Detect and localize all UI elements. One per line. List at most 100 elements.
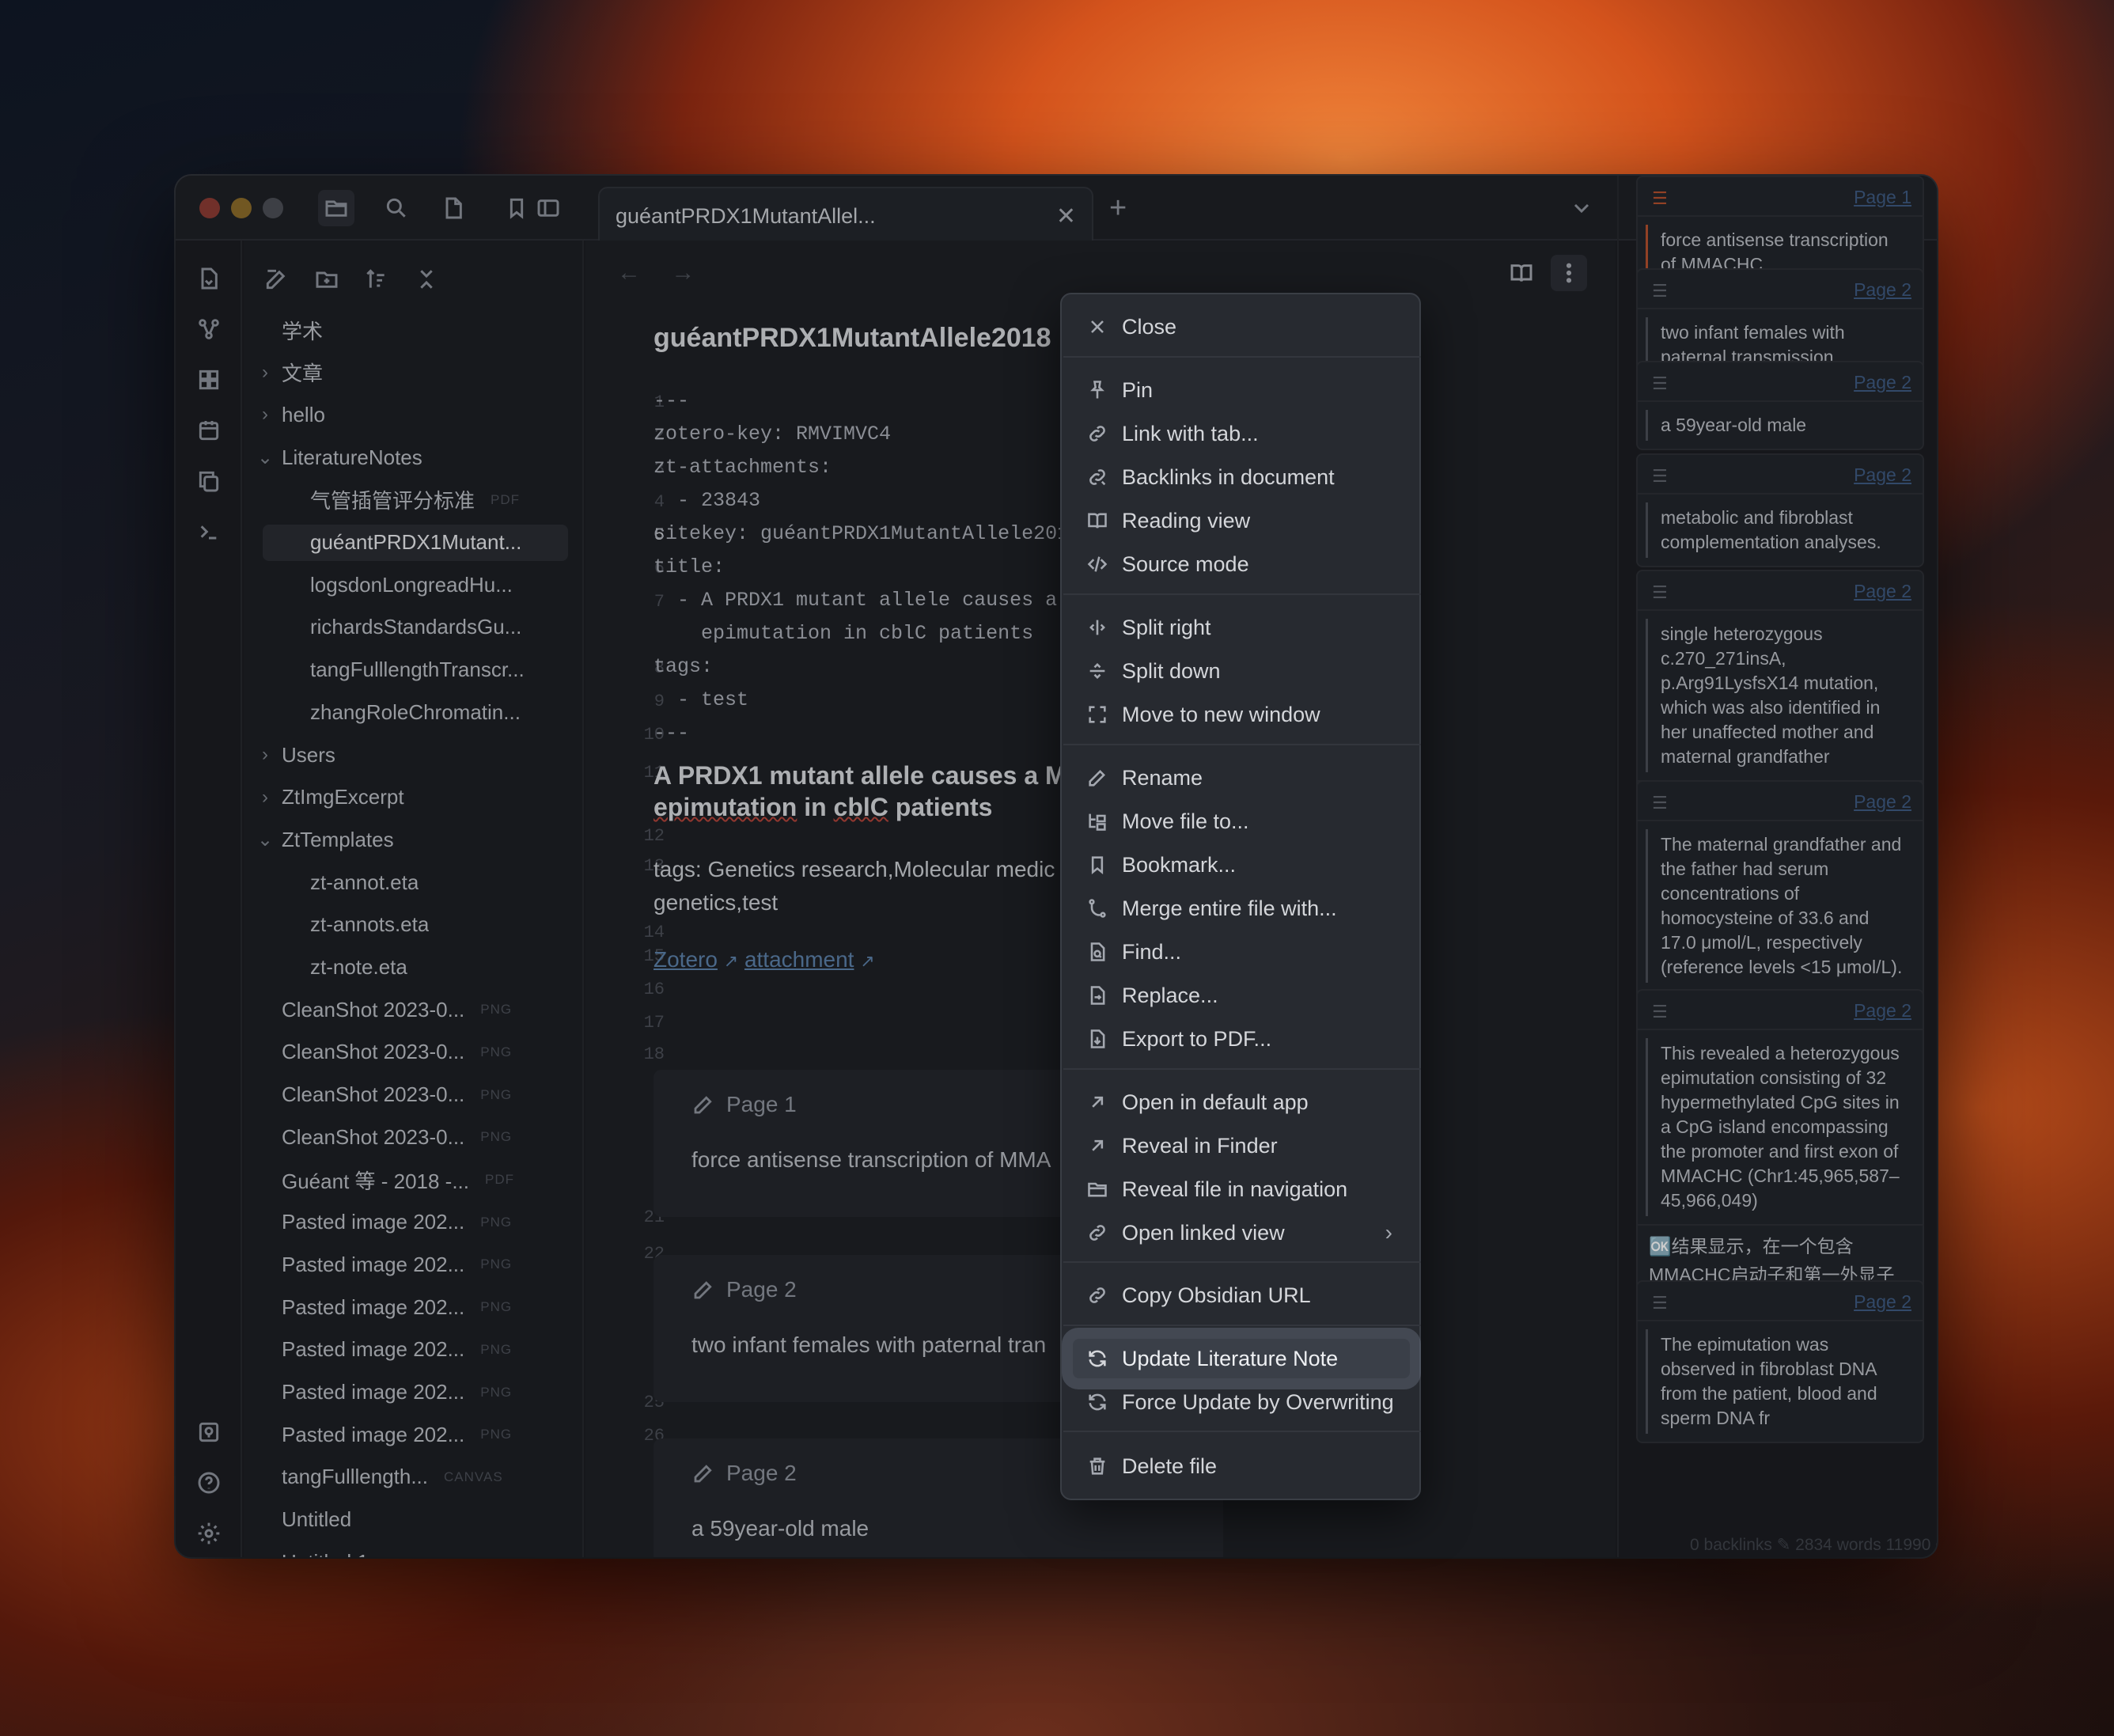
menu-item-open-default-app[interactable]: Open in default app <box>1073 1082 1410 1122</box>
menu-item-open-linked-view[interactable]: Open linked view › <box>1073 1213 1410 1253</box>
annotation-page-link[interactable]: Page 2 <box>1854 791 1911 813</box>
note-title[interactable]: guéantPRDX1MutantAllele2018 <box>654 323 1051 354</box>
frontmatter-line[interactable]: tags: <box>654 655 713 678</box>
tree-file[interactable]: Pasted image 202... PNG <box>255 1374 571 1411</box>
annotation-card[interactable]: ☰ Page 2 metabolic and fibroblast compleme… <box>1636 453 1924 567</box>
tree-file[interactable]: 气管插管评分标准 PDF <box>263 482 568 518</box>
nav-back-button[interactable]: ← <box>617 260 641 286</box>
menu-item-copy-url[interactable]: Copy Obsidian URL <box>1073 1275 1410 1315</box>
menu-item-new-window[interactable]: Move to new window <box>1073 695 1410 734</box>
menu-item-reveal-nav[interactable]: Reveal file in navigation <box>1073 1169 1410 1209</box>
annotation-page-link[interactable]: Page 2 <box>1854 1000 1911 1022</box>
tree-file[interactable]: CleanShot 2023-0... PNG <box>255 1077 571 1113</box>
menu-item-bookmark[interactable]: Bookmark... <box>1073 845 1410 885</box>
frontmatter-line[interactable]: zotero-key: RMVIMVC4 <box>654 423 891 445</box>
tree-folder[interactable]: › Users <box>255 737 571 773</box>
annotation-page-link[interactable]: Page 1 <box>1854 187 1911 208</box>
menu-item-rename[interactable]: Rename <box>1073 758 1410 798</box>
new-folder-icon[interactable] <box>309 261 345 298</box>
menu-item-export-pdf[interactable]: Export to PDF... <box>1073 1019 1410 1059</box>
tab-active-note[interactable]: guéantPRDX1MutantAllel... ✕ <box>598 187 1093 241</box>
menu-item-move-file[interactable]: Move file to... <box>1073 802 1410 841</box>
tree-file[interactable]: zt-annots.eta <box>263 907 568 943</box>
tree-file[interactable]: zt-annot.eta <box>263 864 568 900</box>
open-quick-switcher-icon[interactable] <box>191 261 226 296</box>
tree-file[interactable]: richardsStandardsGu... <box>263 609 568 646</box>
tree-file[interactable]: Guéant 等 - 2018 -... PDF <box>255 1162 571 1198</box>
help-icon[interactable] <box>191 1465 226 1500</box>
frontmatter-line[interactable]: - A PRDX1 mutant allele causes a <box>654 589 1057 612</box>
tree-file[interactable]: Pasted image 202... PNG <box>255 1204 571 1241</box>
tags-line-cont[interactable]: genetics,test <box>654 886 1081 919</box>
tree-file[interactable]: CleanShot 2023-0... PNG <box>255 1034 571 1071</box>
settings-gear-icon[interactable] <box>191 1516 226 1551</box>
layout-grid-icon[interactable] <box>1935 190 1937 226</box>
sidebar-toggle-left-icon[interactable] <box>530 190 566 226</box>
tree-file[interactable]: tangFulllengthTranscr... <box>263 652 568 688</box>
frontmatter-line[interactable]: - test <box>654 688 748 711</box>
tree-file[interactable]: 学术 <box>255 312 571 348</box>
calendar-icon[interactable] <box>191 413 226 448</box>
annotation-page-link[interactable]: Page 2 <box>1854 279 1911 301</box>
menu-item-force-update[interactable]: Force Update by Overwriting <box>1073 1382 1410 1422</box>
tree-file[interactable]: guéantPRDX1Mutant... <box>263 524 568 561</box>
folder-icon[interactable] <box>318 190 354 226</box>
menu-item-split-down[interactable]: Split down <box>1073 651 1410 691</box>
tree-file[interactable]: Untitled 1 <box>255 1544 571 1557</box>
tree-folder[interactable]: ⌄ LiteratureNotes <box>255 439 571 476</box>
terminal-icon[interactable] <box>191 514 226 549</box>
vault-icon[interactable] <box>191 1415 226 1450</box>
tree-file[interactable]: CleanShot 2023-0... PNG <box>255 1119 571 1155</box>
tab-close-icon[interactable]: ✕ <box>1056 203 1076 230</box>
frontmatter-line[interactable]: citekey: guéantPRDX1MutantAllele201 <box>654 522 1069 545</box>
tree-file[interactable]: zt-note.eta <box>263 949 568 986</box>
nav-forward-button[interactable]: → <box>671 260 695 286</box>
menu-item-split-right[interactable]: Split right <box>1073 608 1410 647</box>
tree-file[interactable]: logsdonLongreadHu... <box>263 567 568 603</box>
tree-file[interactable]: Pasted image 202... PNG <box>255 1246 571 1283</box>
zotero-link[interactable]: Zotero <box>654 947 718 972</box>
tree-folder[interactable]: › 文章 <box>255 354 571 391</box>
tree-file[interactable]: CleanShot 2023-0... PNG <box>255 991 571 1028</box>
zoom-window-button[interactable] <box>263 198 283 218</box>
menu-item-reveal-finder[interactable]: Reveal in Finder <box>1073 1126 1410 1166</box>
attachment-link[interactable]: attachment <box>744 947 854 972</box>
frontmatter-line[interactable]: title: <box>654 555 725 578</box>
tags-line[interactable]: tags: Genetics research,Molecular medic <box>654 853 1081 886</box>
tree-file[interactable]: zhangRoleChromatin... <box>263 694 568 730</box>
tree-folder[interactable]: › hello <box>255 396 571 433</box>
menu-item-delete-file[interactable]: Delete file <box>1073 1446 1410 1486</box>
tree-file[interactable]: Pasted image 202... PNG <box>255 1332 571 1368</box>
menu-item-link-with-tab[interactable]: Link with tab... <box>1073 414 1410 453</box>
menu-item-find[interactable]: Find... <box>1073 932 1410 972</box>
reading-view-icon[interactable] <box>1503 255 1540 291</box>
menu-item-update-literature-note[interactable]: Update Literature Note <box>1073 1339 1410 1378</box>
minimize-window-button[interactable] <box>231 198 252 218</box>
collapse-all-icon[interactable] <box>408 261 445 298</box>
annotation-card[interactable]: ☰ Page 2 The epimutation was observed in f… <box>1636 1280 1924 1443</box>
frontmatter-line[interactable]: zt-attachments: <box>654 456 832 479</box>
close-window-button[interactable] <box>199 198 220 218</box>
tree-file[interactable]: Pasted image 202... PNG <box>255 1289 571 1325</box>
tree-folder[interactable]: › ZtImgExcerpt <box>255 779 571 816</box>
chevron-down-icon[interactable] <box>1563 190 1600 226</box>
new-tab-button[interactable]: + <box>1109 191 1127 226</box>
canvas-icon[interactable] <box>191 362 226 397</box>
copy-icon[interactable] <box>191 464 226 498</box>
tree-file[interactable]: Untitled <box>255 1502 571 1538</box>
menu-item-merge[interactable]: Merge entire file with... <box>1073 889 1410 928</box>
menu-item-replace[interactable]: Replace... <box>1073 976 1410 1015</box>
graph-view-icon[interactable] <box>191 312 226 347</box>
frontmatter-line[interactable]: - 23843 <box>654 489 760 512</box>
frontmatter-line[interactable]: --- <box>654 722 689 745</box>
menu-item-reading-view[interactable]: Reading view <box>1073 501 1410 540</box>
frontmatter-line[interactable]: epimutation in cblC patients <box>654 622 1033 645</box>
file-icon[interactable] <box>435 190 472 226</box>
tree-folder[interactable]: ⌄ ZtTemplates <box>255 821 571 858</box>
more-options-icon[interactable] <box>1551 255 1587 291</box>
annotation-card[interactable]: ☰ Page 2 a 59year-old male <box>1636 361 1924 450</box>
annotation-page-link[interactable]: Page 2 <box>1854 1291 1911 1313</box>
tree-file[interactable]: Pasted image 202... PNG <box>255 1416 571 1453</box>
annotation-page-link[interactable]: Page 2 <box>1854 464 1911 486</box>
annotation-page-link[interactable]: Page 2 <box>1854 372 1911 393</box>
